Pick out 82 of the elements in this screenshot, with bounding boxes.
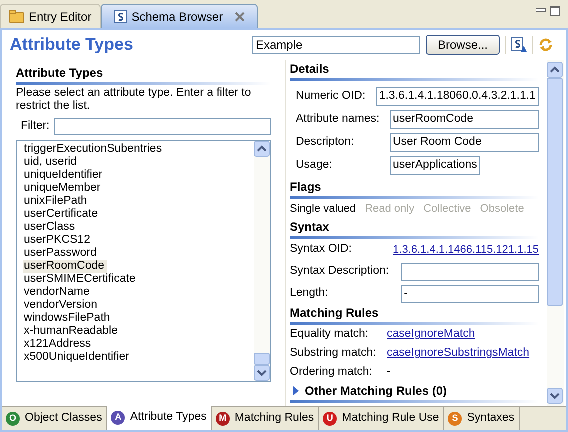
section-title[interactable]: Other Matching Rules (0): [305, 382, 448, 400]
description-text: Please select an attribute type. Enter a filter to restrict the list.: [16, 87, 252, 113]
rule-link[interactable]: caseIgnoreSubstringsMatch: [387, 345, 530, 363]
rule-value: -: [387, 365, 391, 380]
list-item[interactable]: uid, userid: [23, 156, 78, 170]
section-title: Attribute Types: [16, 66, 104, 81]
text-field[interactable]: -: [401, 285, 539, 303]
scroll-thumb[interactable]: [547, 78, 563, 306]
flag-label: Obsolete: [480, 202, 524, 217]
scrollbar[interactable]: [547, 60, 564, 406]
section-title: Syntax: [290, 220, 330, 234]
list-item[interactable]: userPassword: [23, 247, 98, 260]
scroll-down-icon[interactable]: [254, 365, 270, 382]
tab-label: Schema Browser: [132, 8, 224, 26]
list-item[interactable]: x500UniqueIdentifier: [23, 351, 130, 364]
list-item[interactable]: userSMIMECertificate: [23, 273, 137, 286]
schema-icon: [114, 10, 128, 24]
text-field[interactable]: userApplications: [390, 156, 480, 175]
field-label: Ordering match:: [290, 365, 372, 380]
field-label: Substring match:: [290, 346, 376, 362]
syntax-link[interactable]: 1.3.6.1.4.1.1466.115.121.1.15: [393, 242, 539, 258]
field-label: Numeric OID:: [296, 88, 367, 104]
text-field[interactable]: userRoomCode: [390, 110, 539, 129]
maximize-icon[interactable]: [550, 6, 560, 16]
list-item[interactable]: windowsFilePath: [23, 312, 112, 326]
list-item[interactable]: userCertificate: [23, 208, 100, 222]
list-item[interactable]: userClass: [23, 221, 76, 234]
browse-button[interactable]: Browse...: [426, 35, 500, 55]
list-item[interactable]: vendorVersion: [23, 299, 99, 312]
editor-tab[interactable]: Entry Editor: [0, 4, 101, 28]
schema-view-icon[interactable]: [511, 37, 527, 53]
list-item[interactable]: userPKCS12: [23, 234, 92, 248]
flag-label: Read only: [365, 202, 415, 217]
editor-tab[interactable]: Schema Browser: [100, 4, 258, 28]
tab-label: Attribute Types: [130, 410, 207, 426]
close-icon[interactable]: [235, 12, 246, 22]
text-field[interactable]: 1.3.6.1.4.1.18060.0.4.3.2.1.1.1: [376, 87, 539, 106]
folder-icon: [9, 10, 25, 24]
section-title: Flags: [290, 180, 322, 195]
search-field[interactable]: Example: [252, 36, 420, 54]
field-label: Syntax Description:: [290, 264, 390, 280]
scroll-down-icon[interactable]: [547, 388, 563, 404]
filter-field[interactable]: [54, 118, 271, 136]
section-title: Details: [290, 62, 330, 77]
badge-icon: O: [6, 412, 20, 426]
scroll-up-icon[interactable]: [547, 62, 563, 78]
bottom-tab[interactable]: A Attribute Types: [107, 406, 212, 430]
list-item[interactable]: x121Address: [23, 338, 92, 352]
flag-label: Single valued: [290, 202, 356, 217]
field-label: Length:: [290, 286, 328, 302]
list-item[interactable]: unixFilePath: [23, 195, 88, 208]
page-title: Attribute Types: [10, 34, 134, 56]
flag-label: Collective: [424, 202, 472, 217]
list-item[interactable]: vendorName: [23, 286, 91, 300]
rule-link[interactable]: caseIgnoreMatch: [387, 326, 476, 344]
tab-label: Entry Editor: [29, 8, 92, 26]
field-label: Usage:: [296, 158, 334, 173]
scroll-up-icon[interactable]: [254, 141, 270, 158]
section-title: Matching Rules: [290, 306, 380, 320]
scrollbar[interactable]: [254, 141, 270, 382]
scroll-thumb[interactable]: [254, 353, 270, 366]
badge-icon: A: [111, 411, 126, 425]
tab-label: Syntaxes: [467, 410, 515, 426]
field-label: Attribute names:: [296, 112, 381, 127]
list-item[interactable]: triggerExecutionSubentries: [23, 143, 164, 156]
list-item[interactable]: uniqueIdentifier: [23, 169, 104, 182]
field-label: Syntax OID:: [290, 242, 352, 258]
badge-icon: U: [323, 412, 338, 426]
field-label: Descripton:: [296, 134, 356, 150]
filter-label: Filter:: [21, 119, 50, 134]
list-item[interactable]: uniqueMember: [23, 182, 102, 196]
tab-label: Matching Rule Use: [342, 410, 440, 426]
field-label: Equality match:: [290, 327, 369, 342]
expand-icon[interactable]: [292, 386, 300, 396]
badge-icon: M: [216, 412, 230, 426]
list-item[interactable]: x-humanReadable: [23, 325, 119, 338]
tab-label: Object Classes: [25, 410, 102, 426]
text-field[interactable]: User Room Code: [390, 133, 539, 152]
tab-label: Matching Rules: [234, 410, 314, 426]
list-item[interactable]: userRoomCode: [23, 260, 107, 274]
badge-icon: S: [448, 412, 462, 426]
text-field[interactable]: [401, 263, 539, 281]
